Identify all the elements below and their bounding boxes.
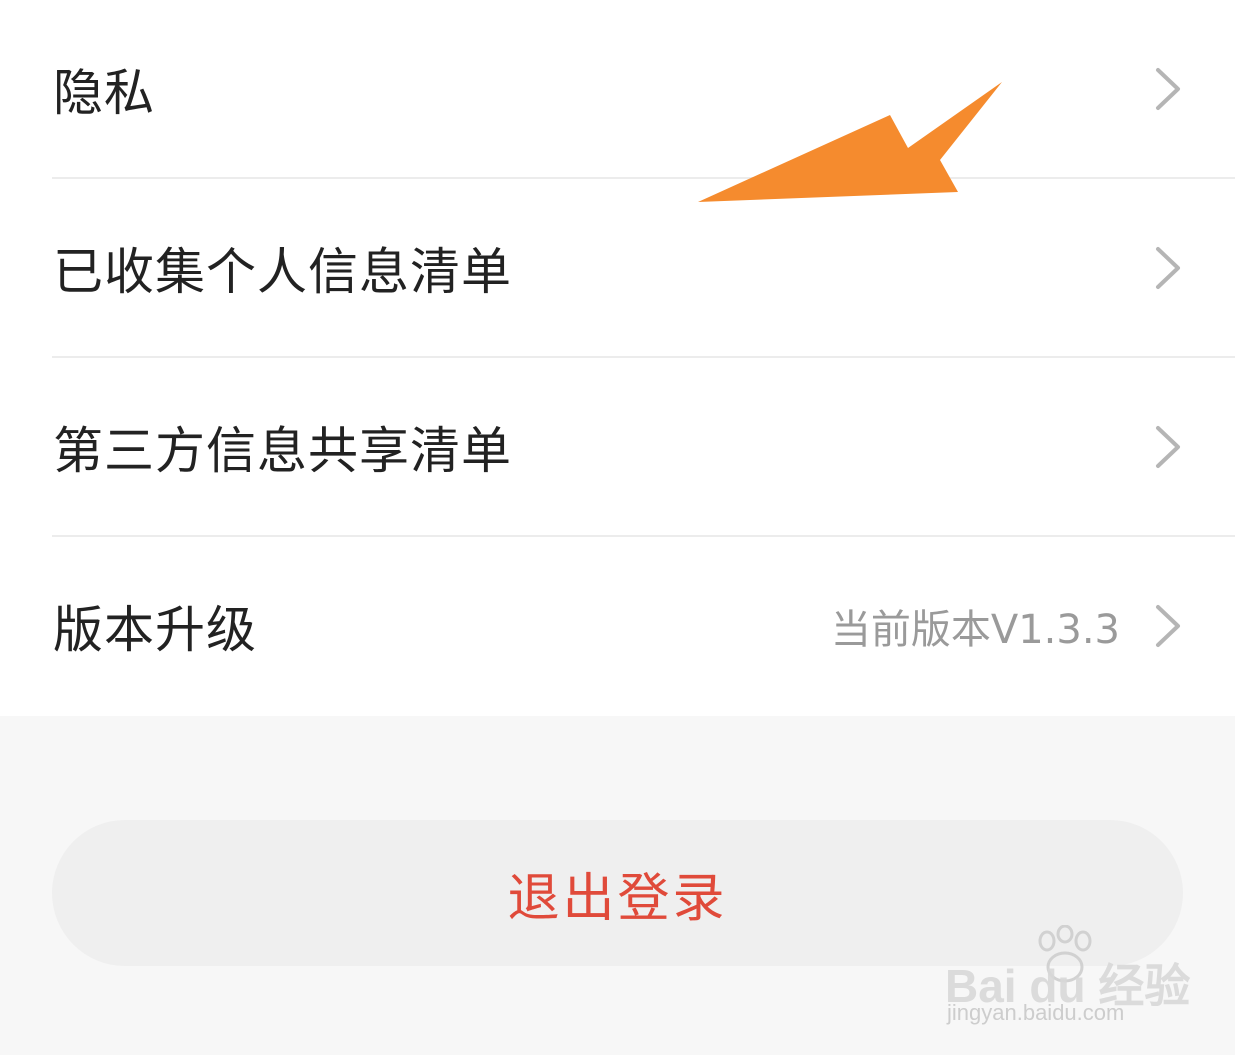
- menu-item-label: 第三方信息共享清单: [53, 422, 512, 480]
- chevron-right-icon: [1156, 68, 1180, 110]
- menu-item-privacy[interactable]: 隐私: [0, 0, 1235, 178]
- baidu-jingyan-watermark: Bai du 经验 jingyan.baidu.com: [945, 925, 1190, 1035]
- chevron-right-icon: [1156, 426, 1180, 468]
- menu-item-label: 版本升级: [53, 601, 257, 659]
- settings-page: 隐私 已收集个人信息清单 第三方信息共享清单 版本升级 当前版本V1.3.3 退…: [0, 0, 1235, 1055]
- logout-label: 退出登录: [507, 868, 728, 929]
- menu-item-version-upgrade[interactable]: 版本升级 当前版本V1.3.3: [0, 537, 1235, 715]
- menu-item-collected-info-list[interactable]: 已收集个人信息清单: [0, 179, 1235, 357]
- chevron-right-icon: [1156, 247, 1180, 289]
- menu-item-label: 已收集个人信息清单: [53, 243, 512, 301]
- menu-item-label: 隐私: [53, 64, 155, 122]
- chevron-right-icon: [1156, 605, 1180, 647]
- arrow-icon: [698, 82, 1002, 202]
- current-version-value: 当前版本V1.3.3: [830, 607, 1120, 653]
- menu-item-third-party-sharing-list[interactable]: 第三方信息共享清单: [0, 358, 1235, 536]
- settings-menu: 隐私 已收集个人信息清单 第三方信息共享清单 版本升级 当前版本V1.3.3: [0, 0, 1235, 716]
- watermark-url: jingyan.baidu.com: [947, 1000, 1125, 1025]
